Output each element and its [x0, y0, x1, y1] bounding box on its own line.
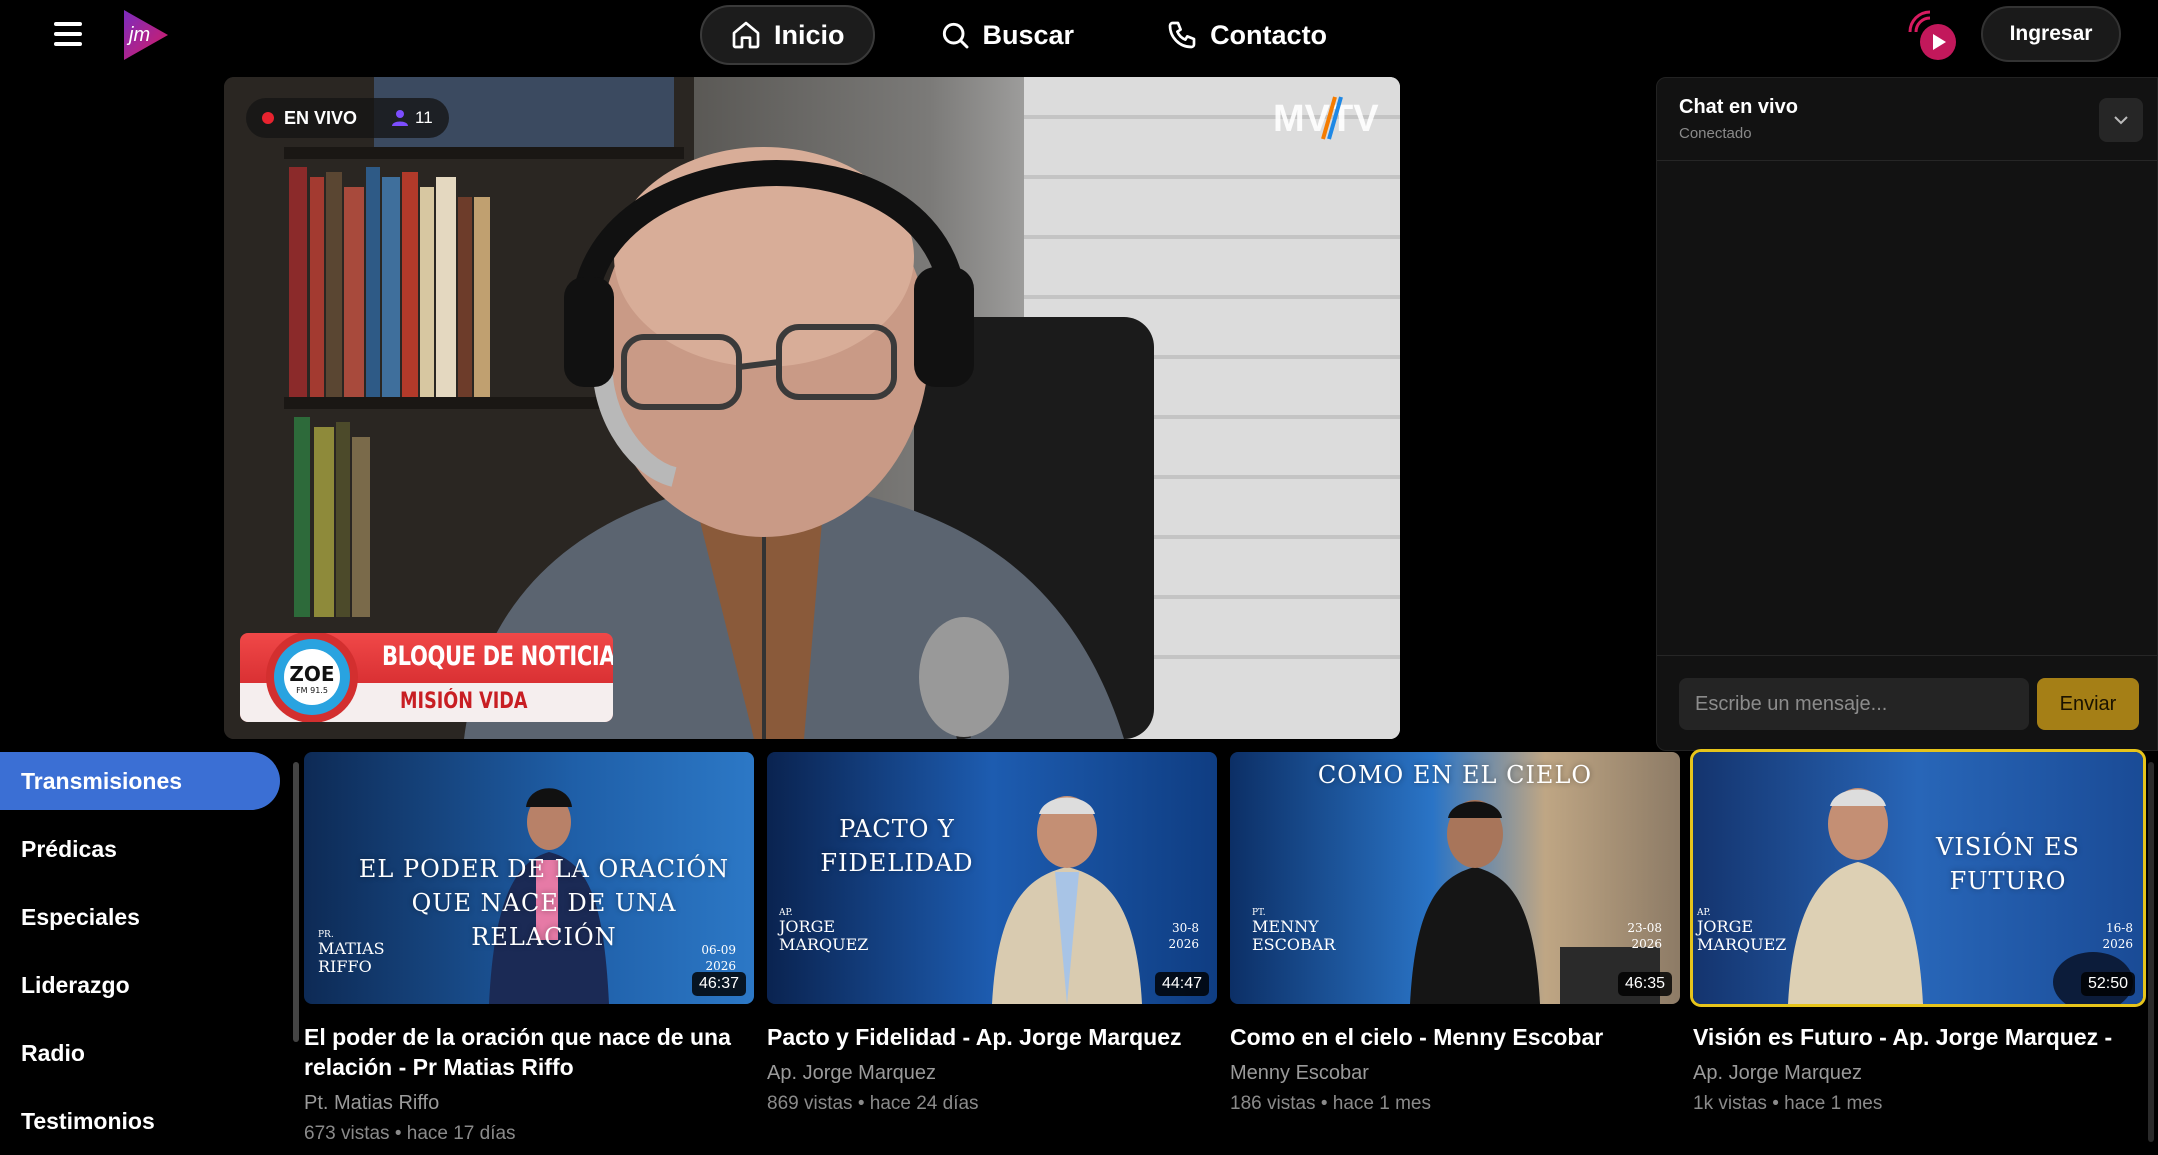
viewer-count-value: 11 — [415, 108, 433, 127]
thumb-person-name: MATIAS — [318, 939, 385, 958]
nav-inicio[interactable]: Inicio — [700, 5, 875, 65]
search-icon — [942, 22, 968, 49]
duration-badge: 46:35 — [1617, 972, 1672, 996]
video-thumbnail[interactable]: PACTO Y FIDELIDAD AP. JORGE MARQUEZ 30-8… — [767, 752, 1217, 1004]
sidebar-item-liderazgo[interactable]: Liderazgo — [0, 956, 280, 1014]
live-dot-icon — [262, 112, 274, 124]
thumb-date: 06-09 — [701, 943, 736, 957]
category-sidebar: Transmisiones Prédicas Especiales Lidera… — [0, 752, 280, 1155]
sidebar-item-predicas[interactable]: Prédicas — [0, 820, 280, 878]
nav-contacto[interactable]: Contacto — [1138, 5, 1355, 65]
video-channel[interactable]: Ap. Jorge Marquez — [767, 1062, 1217, 1085]
sidebar-scrollbar[interactable] — [293, 762, 299, 1042]
login-button[interactable]: Ingresar — [1981, 6, 2121, 62]
live-badge: EN VIVO 11 — [246, 98, 449, 138]
thumb-caption-line: QUE NACE DE UNA RELACIÓN — [411, 889, 677, 951]
thumb-date: 2026 — [1631, 937, 1662, 951]
person-icon — [392, 110, 409, 126]
sidebar-item-transmisiones[interactable]: Transmisiones — [0, 752, 280, 810]
video-thumbnail[interactable]: EL PODER DE LA ORACIÓN QUE NACE DE UNA R… — [304, 752, 754, 1004]
send-button[interactable]: Enviar — [2037, 678, 2139, 730]
video-title[interactable]: Visión es Futuro - Ap. Jorge Marquez - — [1693, 1022, 2143, 1052]
chat-message-input[interactable] — [1679, 678, 2029, 730]
zoe-radio-logo: ZOE FM 91.5 — [266, 633, 358, 722]
thumb-date: 30-8 — [1172, 921, 1199, 935]
banner-subtitle: MISIÓN VIDA — [400, 689, 528, 714]
video-meta: 673 vistas • hace 17 días — [304, 1123, 516, 1144]
thumb-caption-line: EL PODER DE LA ORACIÓN — [358, 855, 730, 883]
banner-title: BLOQUE DE NOTICIAS — [382, 641, 613, 672]
duration-badge: 44:47 — [1154, 972, 1209, 996]
video-card[interactable]: PACTO Y FIDELIDAD AP. JORGE MARQUEZ 30-8… — [767, 752, 1217, 1115]
thumb-date: 2026 — [1168, 937, 1199, 951]
video-card[interactable]: VISIÓN ES FUTURO AP. JORGE MARQUEZ 16-8 … — [1690, 749, 2146, 1115]
thumb-date: 16-8 — [2106, 921, 2133, 935]
video-title[interactable]: Pacto y Fidelidad - Ap. Jorge Marquez — [767, 1022, 1217, 1052]
thumb-person-name: MENNY — [1252, 917, 1319, 936]
thumb-person-name: ESCOBAR — [1252, 935, 1336, 954]
home-icon — [732, 21, 760, 49]
chat-footer: Enviar — [1657, 655, 2157, 750]
radio-broadcast-icon[interactable] — [1900, 6, 1960, 64]
thumb-person-name: RIFFO — [318, 957, 372, 976]
video-thumbnail[interactable]: COMO EN EL CIELO PT. MENNY ESCOBAR 23-08… — [1230, 752, 1680, 1004]
zoe-logo-text: ZOE — [289, 662, 334, 686]
chat-status: Conectado — [1679, 125, 1752, 142]
video-card[interactable]: EL PODER DE LA ORACIÓN QUE NACE DE UNA R… — [304, 752, 754, 1145]
nav-inicio-label: Inicio — [774, 19, 845, 50]
channel-watermark-logo: MVTV — [1273, 96, 1379, 140]
thumb-person-name: JORGE — [779, 917, 836, 936]
page-scrollbar[interactable] — [2148, 762, 2154, 1142]
nav-buscar[interactable]: Buscar — [911, 5, 1103, 65]
viewer-count: 11 — [391, 108, 433, 128]
chat-header: Chat en vivo Conectado — [1657, 78, 2157, 161]
brand-logo[interactable]: jm — [120, 8, 170, 62]
video-channel[interactable]: Pt. Matias Riffo — [304, 1092, 754, 1115]
thumb-date: 23-08 — [1627, 921, 1662, 935]
nav-buscar-label: Buscar — [982, 19, 1075, 50]
zoe-logo-freq: FM 91.5 — [296, 686, 328, 695]
live-label: EN VIVO — [284, 107, 358, 128]
thumb-caption-line: PACTO Y FIDELIDAD — [820, 815, 974, 877]
thumb-caption-line: VISIÓN ES FUTURO — [1936, 833, 2080, 895]
sidebar-item-radio[interactable]: Radio — [0, 1024, 280, 1082]
video-row: EL PODER DE LA ORACIÓN QUE NACE DE UNA R… — [304, 749, 2146, 1155]
video-meta: 1k vistas • hace 1 mes — [1693, 1093, 1883, 1114]
nav-contacto-label: Contacto — [1210, 19, 1328, 50]
chat-title: Chat en vivo — [1679, 96, 1798, 118]
live-chat-panel: Chat en vivo Conectado Enviar — [1656, 77, 2158, 751]
sidebar-item-testimonios[interactable]: Testimonios — [0, 1092, 280, 1150]
duration-badge: 52:50 — [2080, 972, 2135, 996]
thumb-person-name: MARQUEZ — [1697, 935, 1787, 954]
video-meta: 869 vistas • hace 24 días — [767, 1093, 979, 1114]
chat-collapse-button[interactable] — [2099, 98, 2143, 142]
sidebar-item-especiales[interactable]: Especiales — [0, 888, 280, 946]
video-card[interactable]: COMO EN EL CIELO PT. MENNY ESCOBAR 23-08… — [1230, 752, 1680, 1115]
news-lower-third: ZOE FM 91.5 BLOQUE DE NOTICIAS MISIÓN VI… — [240, 633, 613, 722]
video-channel[interactable]: Menny Escobar — [1230, 1062, 1680, 1085]
chevron-down-icon — [2114, 116, 2128, 125]
logo-text: jm — [126, 24, 150, 46]
video-title[interactable]: Como en el cielo - Menny Escobar — [1230, 1022, 1680, 1052]
thumb-caption-line: COMO EN EL CIELO — [1317, 761, 1593, 789]
phone-icon — [1168, 21, 1196, 49]
video-channel[interactable]: Ap. Jorge Marquez — [1693, 1062, 2143, 1085]
video-meta: 186 vistas • hace 1 mes — [1230, 1093, 1431, 1114]
hamburger-icon[interactable] — [54, 22, 82, 48]
main-nav: Inicio Buscar Contacto — [700, 5, 1355, 65]
video-thumbnail[interactable]: VISIÓN ES FUTURO AP. JORGE MARQUEZ 16-8 … — [1690, 749, 2146, 1007]
thumb-person-name: MARQUEZ — [779, 935, 869, 954]
thumb-person-name: JORGE — [1697, 917, 1754, 936]
live-video-player[interactable]: EN VIVO 11 MVTV ZOE FM 91.5 BLOQUE DE NO… — [224, 77, 1400, 739]
thumb-date: 2026 — [2102, 937, 2133, 951]
duration-badge: 46:37 — [691, 972, 746, 996]
top-bar: jm Inicio Buscar Contacto Ingresar — [0, 0, 2158, 72]
video-title[interactable]: El poder de la oración que nace de una r… — [304, 1022, 754, 1082]
